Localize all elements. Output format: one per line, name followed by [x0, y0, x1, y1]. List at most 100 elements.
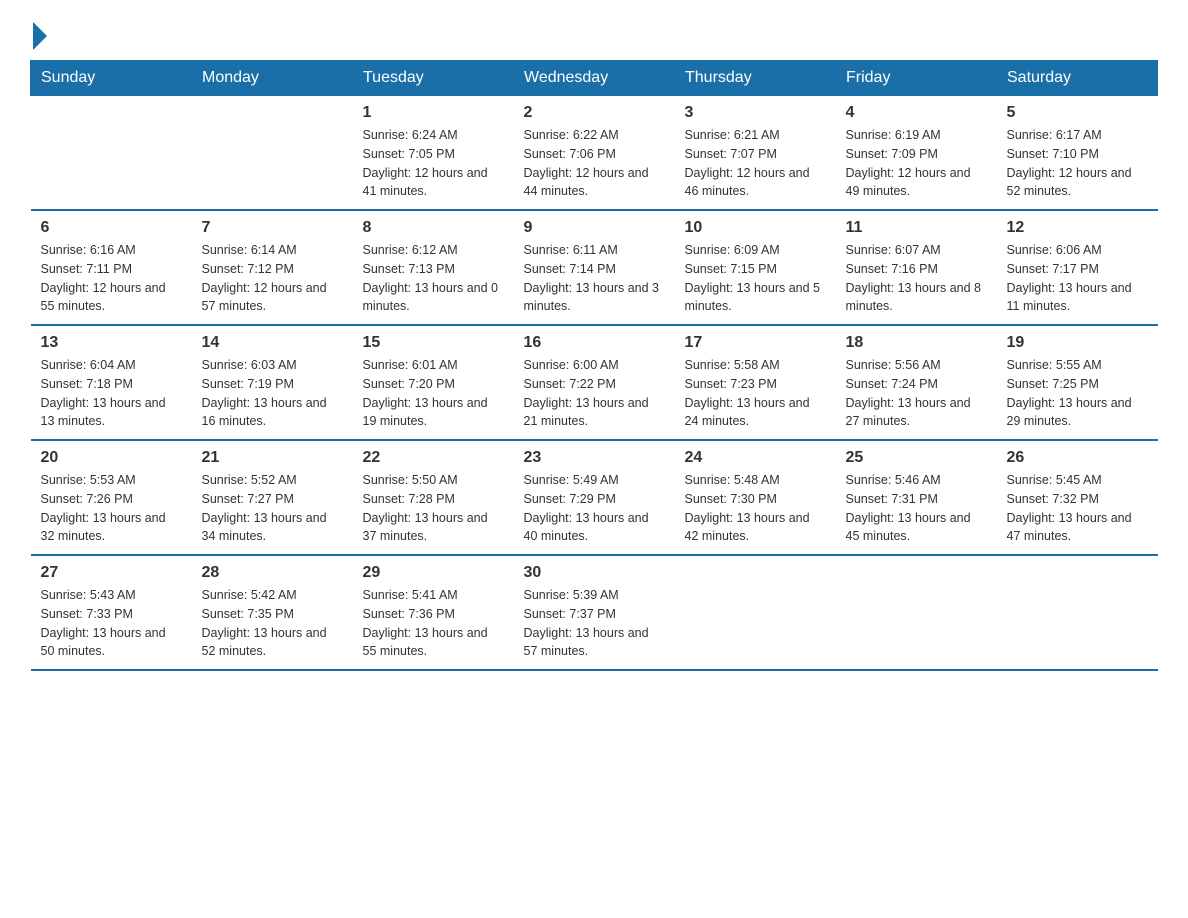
cell-w4-d2: 21 Sunrise: 5:52 AMSunset: 7:27 PMDayligh… — [192, 440, 353, 555]
day-number: 26 — [1007, 449, 1148, 467]
header-saturday: Saturday — [997, 61, 1158, 96]
logo-arrow-icon — [33, 22, 47, 50]
cell-w5-d1: 27 Sunrise: 5:43 AMSunset: 7:33 PMDayligh… — [31, 555, 192, 670]
week-row-1: 1 Sunrise: 6:24 AMSunset: 7:05 PMDaylight… — [31, 96, 1158, 211]
header-monday: Monday — [192, 61, 353, 96]
day-number: 3 — [685, 104, 826, 122]
header-thursday: Thursday — [675, 61, 836, 96]
cell-w4-d7: 26 Sunrise: 5:45 AMSunset: 7:32 PMDayligh… — [997, 440, 1158, 555]
cell-w5-d5 — [675, 555, 836, 670]
day-info: Sunrise: 5:48 AMSunset: 7:30 PMDaylight:… — [685, 471, 826, 546]
cell-w1-d1 — [31, 96, 192, 211]
day-number: 28 — [202, 564, 343, 582]
day-info: Sunrise: 5:50 AMSunset: 7:28 PMDaylight:… — [363, 471, 504, 546]
day-number: 30 — [524, 564, 665, 582]
day-number: 25 — [846, 449, 987, 467]
day-number: 13 — [41, 334, 182, 352]
cell-w2-d2: 7 Sunrise: 6:14 AMSunset: 7:12 PMDaylight… — [192, 210, 353, 325]
day-info: Sunrise: 5:55 AMSunset: 7:25 PMDaylight:… — [1007, 356, 1148, 431]
day-info: Sunrise: 5:52 AMSunset: 7:27 PMDaylight:… — [202, 471, 343, 546]
day-info: Sunrise: 5:56 AMSunset: 7:24 PMDaylight:… — [846, 356, 987, 431]
day-info: Sunrise: 6:03 AMSunset: 7:19 PMDaylight:… — [202, 356, 343, 431]
cell-w4-d6: 25Sunrise: 5:46 AMSunset: 7:31 PMDayligh… — [836, 440, 997, 555]
header-friday: Friday — [836, 61, 997, 96]
cell-w4-d3: 22 Sunrise: 5:50 AMSunset: 7:28 PMDayligh… — [353, 440, 514, 555]
day-info: Sunrise: 6:21 AMSunset: 7:07 PMDaylight:… — [685, 126, 826, 201]
day-info: Sunrise: 6:06 AMSunset: 7:17 PMDaylight:… — [1007, 241, 1148, 316]
day-info: Sunrise: 6:22 AMSunset: 7:06 PMDaylight:… — [524, 126, 665, 201]
cell-w2-d3: 8 Sunrise: 6:12 AMSunset: 7:13 PMDaylight… — [353, 210, 514, 325]
cell-w1-d4: 2 Sunrise: 6:22 AMSunset: 7:06 PMDaylight… — [514, 96, 675, 211]
cell-w3-d7: 19 Sunrise: 5:55 AMSunset: 7:25 PMDayligh… — [997, 325, 1158, 440]
day-info: Sunrise: 6:14 AMSunset: 7:12 PMDaylight:… — [202, 241, 343, 316]
day-number: 8 — [363, 219, 504, 237]
cell-w4-d4: 23Sunrise: 5:49 AMSunset: 7:29 PMDayligh… — [514, 440, 675, 555]
day-info: Sunrise: 5:43 AMSunset: 7:33 PMDaylight:… — [41, 586, 182, 661]
cell-w1-d7: 5 Sunrise: 6:17 AMSunset: 7:10 PMDaylight… — [997, 96, 1158, 211]
day-number: 1 — [363, 104, 504, 122]
day-number: 20 — [41, 449, 182, 467]
day-info: Sunrise: 5:53 AMSunset: 7:26 PMDaylight:… — [41, 471, 182, 546]
cell-w5-d3: 29Sunrise: 5:41 AMSunset: 7:36 PMDayligh… — [353, 555, 514, 670]
day-number: 12 — [1007, 219, 1148, 237]
day-number: 10 — [685, 219, 826, 237]
day-number: 15 — [363, 334, 504, 352]
day-info: Sunrise: 6:12 AMSunset: 7:13 PMDaylight:… — [363, 241, 504, 316]
cell-w2-d6: 11 Sunrise: 6:07 AMSunset: 7:16 PMDayligh… — [836, 210, 997, 325]
day-number: 27 — [41, 564, 182, 582]
cell-w2-d4: 9 Sunrise: 6:11 AMSunset: 7:14 PMDaylight… — [514, 210, 675, 325]
day-number: 18 — [846, 334, 987, 352]
logo — [30, 20, 47, 50]
day-info: Sunrise: 5:45 AMSunset: 7:32 PMDaylight:… — [1007, 471, 1148, 546]
cell-w3-d6: 18 Sunrise: 5:56 AMSunset: 7:24 PMDayligh… — [836, 325, 997, 440]
day-number: 5 — [1007, 104, 1148, 122]
day-number: 22 — [363, 449, 504, 467]
cell-w2-d1: 6 Sunrise: 6:16 AMSunset: 7:11 PMDaylight… — [31, 210, 192, 325]
cell-w3-d2: 14Sunrise: 6:03 AMSunset: 7:19 PMDayligh… — [192, 325, 353, 440]
cell-w3-d4: 16Sunrise: 6:00 AMSunset: 7:22 PMDayligh… — [514, 325, 675, 440]
day-number: 6 — [41, 219, 182, 237]
day-info: Sunrise: 5:42 AMSunset: 7:35 PMDaylight:… — [202, 586, 343, 661]
day-number: 4 — [846, 104, 987, 122]
cell-w1-d6: 4Sunrise: 6:19 AMSunset: 7:09 PMDaylight… — [836, 96, 997, 211]
day-info: Sunrise: 6:00 AMSunset: 7:22 PMDaylight:… — [524, 356, 665, 431]
day-info: Sunrise: 6:17 AMSunset: 7:10 PMDaylight:… — [1007, 126, 1148, 201]
header-tuesday: Tuesday — [353, 61, 514, 96]
day-number: 7 — [202, 219, 343, 237]
cell-w4-d1: 20 Sunrise: 5:53 AMSunset: 7:26 PMDayligh… — [31, 440, 192, 555]
cell-w2-d7: 12 Sunrise: 6:06 AMSunset: 7:17 PMDayligh… — [997, 210, 1158, 325]
day-number: 2 — [524, 104, 665, 122]
header-sunday: Sunday — [31, 61, 192, 96]
day-headers-row: SundayMondayTuesdayWednesdayThursdayFrid… — [31, 61, 1158, 96]
day-info: Sunrise: 5:49 AMSunset: 7:29 PMDaylight:… — [524, 471, 665, 546]
day-number: 19 — [1007, 334, 1148, 352]
day-number: 24 — [685, 449, 826, 467]
day-number: 17 — [685, 334, 826, 352]
cell-w5-d2: 28 Sunrise: 5:42 AMSunset: 7:35 PMDayligh… — [192, 555, 353, 670]
week-row-4: 20 Sunrise: 5:53 AMSunset: 7:26 PMDayligh… — [31, 440, 1158, 555]
day-info: Sunrise: 6:01 AMSunset: 7:20 PMDaylight:… — [363, 356, 504, 431]
day-info: Sunrise: 6:07 AMSunset: 7:16 PMDaylight:… — [846, 241, 987, 316]
calendar-body: 1 Sunrise: 6:24 AMSunset: 7:05 PMDaylight… — [31, 96, 1158, 671]
day-number: 9 — [524, 219, 665, 237]
cell-w2-d5: 10 Sunrise: 6:09 AMSunset: 7:15 PMDayligh… — [675, 210, 836, 325]
day-info: Sunrise: 6:09 AMSunset: 7:15 PMDaylight:… — [685, 241, 826, 316]
cell-w5-d7 — [997, 555, 1158, 670]
calendar-table: SundayMondayTuesdayWednesdayThursdayFrid… — [30, 60, 1158, 671]
cell-w1-d2 — [192, 96, 353, 211]
day-info: Sunrise: 6:16 AMSunset: 7:11 PMDaylight:… — [41, 241, 182, 316]
cell-w5-d6 — [836, 555, 997, 670]
cell-w4-d5: 24 Sunrise: 5:48 AMSunset: 7:30 PMDayligh… — [675, 440, 836, 555]
week-row-5: 27 Sunrise: 5:43 AMSunset: 7:33 PMDayligh… — [31, 555, 1158, 670]
header-wednesday: Wednesday — [514, 61, 675, 96]
day-info: Sunrise: 6:11 AMSunset: 7:14 PMDaylight:… — [524, 241, 665, 316]
day-info: Sunrise: 5:58 AMSunset: 7:23 PMDaylight:… — [685, 356, 826, 431]
day-info: Sunrise: 6:04 AMSunset: 7:18 PMDaylight:… — [41, 356, 182, 431]
day-info: Sunrise: 6:24 AMSunset: 7:05 PMDaylight:… — [363, 126, 504, 201]
cell-w3-d1: 13 Sunrise: 6:04 AMSunset: 7:18 PMDayligh… — [31, 325, 192, 440]
day-number: 21 — [202, 449, 343, 467]
week-row-3: 13 Sunrise: 6:04 AMSunset: 7:18 PMDayligh… — [31, 325, 1158, 440]
cell-w5-d4: 30Sunrise: 5:39 AMSunset: 7:37 PMDayligh… — [514, 555, 675, 670]
cell-w1-d5: 3 Sunrise: 6:21 AMSunset: 7:07 PMDaylight… — [675, 96, 836, 211]
day-number: 11 — [846, 219, 987, 237]
